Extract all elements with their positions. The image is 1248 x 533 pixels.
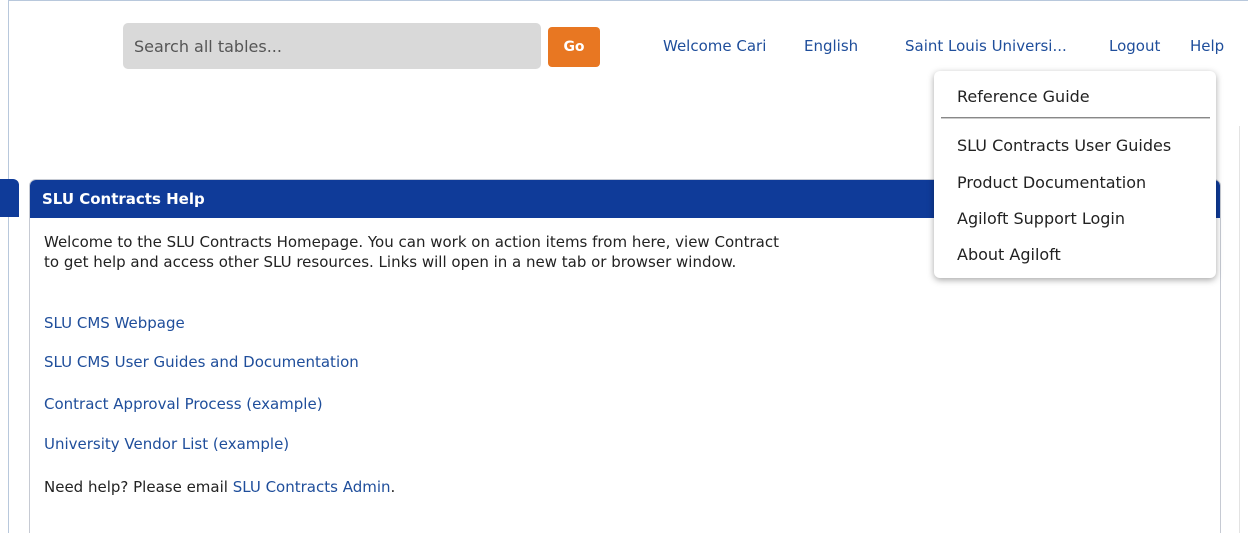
left-border (8, 0, 9, 533)
page: Go Welcome Cari English Saint Louis Univ… (0, 0, 1248, 533)
help-link[interactable]: Help (1190, 37, 1224, 55)
menu-item-slu-contracts-user-guides[interactable]: SLU Contracts User Guides (957, 136, 1171, 155)
menu-separator (941, 117, 1210, 119)
help-suffix: . (390, 478, 396, 496)
menu-item-reference-guide[interactable]: Reference Guide (957, 87, 1090, 106)
intro-text: Welcome to the SLU Contracts Homepage. Y… (44, 232, 944, 272)
welcome-user-link[interactable]: Welcome Cari (663, 37, 766, 55)
language-link[interactable]: English (804, 37, 858, 55)
menu-item-about-agiloft[interactable]: About Agiloft (957, 245, 1061, 264)
intro-line-1: Welcome to the SLU Contracts Homepage. Y… (44, 233, 779, 251)
link-university-vendor-list[interactable]: University Vendor List (example) (44, 434, 289, 454)
help-email-line: Need help? Please email SLU Contracts Ad… (44, 477, 395, 497)
menu-item-agiloft-support-login[interactable]: Agiloft Support Login (957, 209, 1125, 228)
go-button[interactable]: Go (548, 27, 600, 67)
help-dropdown-menu: Reference Guide SLU Contracts User Guide… (934, 71, 1216, 278)
organization-link[interactable]: Saint Louis Universi... (905, 37, 1067, 55)
link-slu-cms-webpage[interactable]: SLU CMS Webpage (44, 313, 185, 333)
intro-line-2: to get help and access other SLU resourc… (44, 253, 737, 271)
search-input[interactable] (123, 23, 541, 69)
logout-link[interactable]: Logout (1109, 37, 1160, 55)
link-contract-approval-process[interactable]: Contract Approval Process (example) (44, 394, 323, 414)
top-border (8, 0, 1248, 1)
contracts-admin-link[interactable]: SLU Contracts Admin (233, 478, 391, 496)
help-prefix: Need help? Please email (44, 478, 233, 496)
link-slu-cms-user-guides[interactable]: SLU CMS User Guides and Documentation (44, 352, 359, 372)
right-edge-divider (1239, 126, 1240, 533)
menu-item-product-documentation[interactable]: Product Documentation (957, 173, 1146, 192)
left-panel-tab (0, 179, 19, 217)
